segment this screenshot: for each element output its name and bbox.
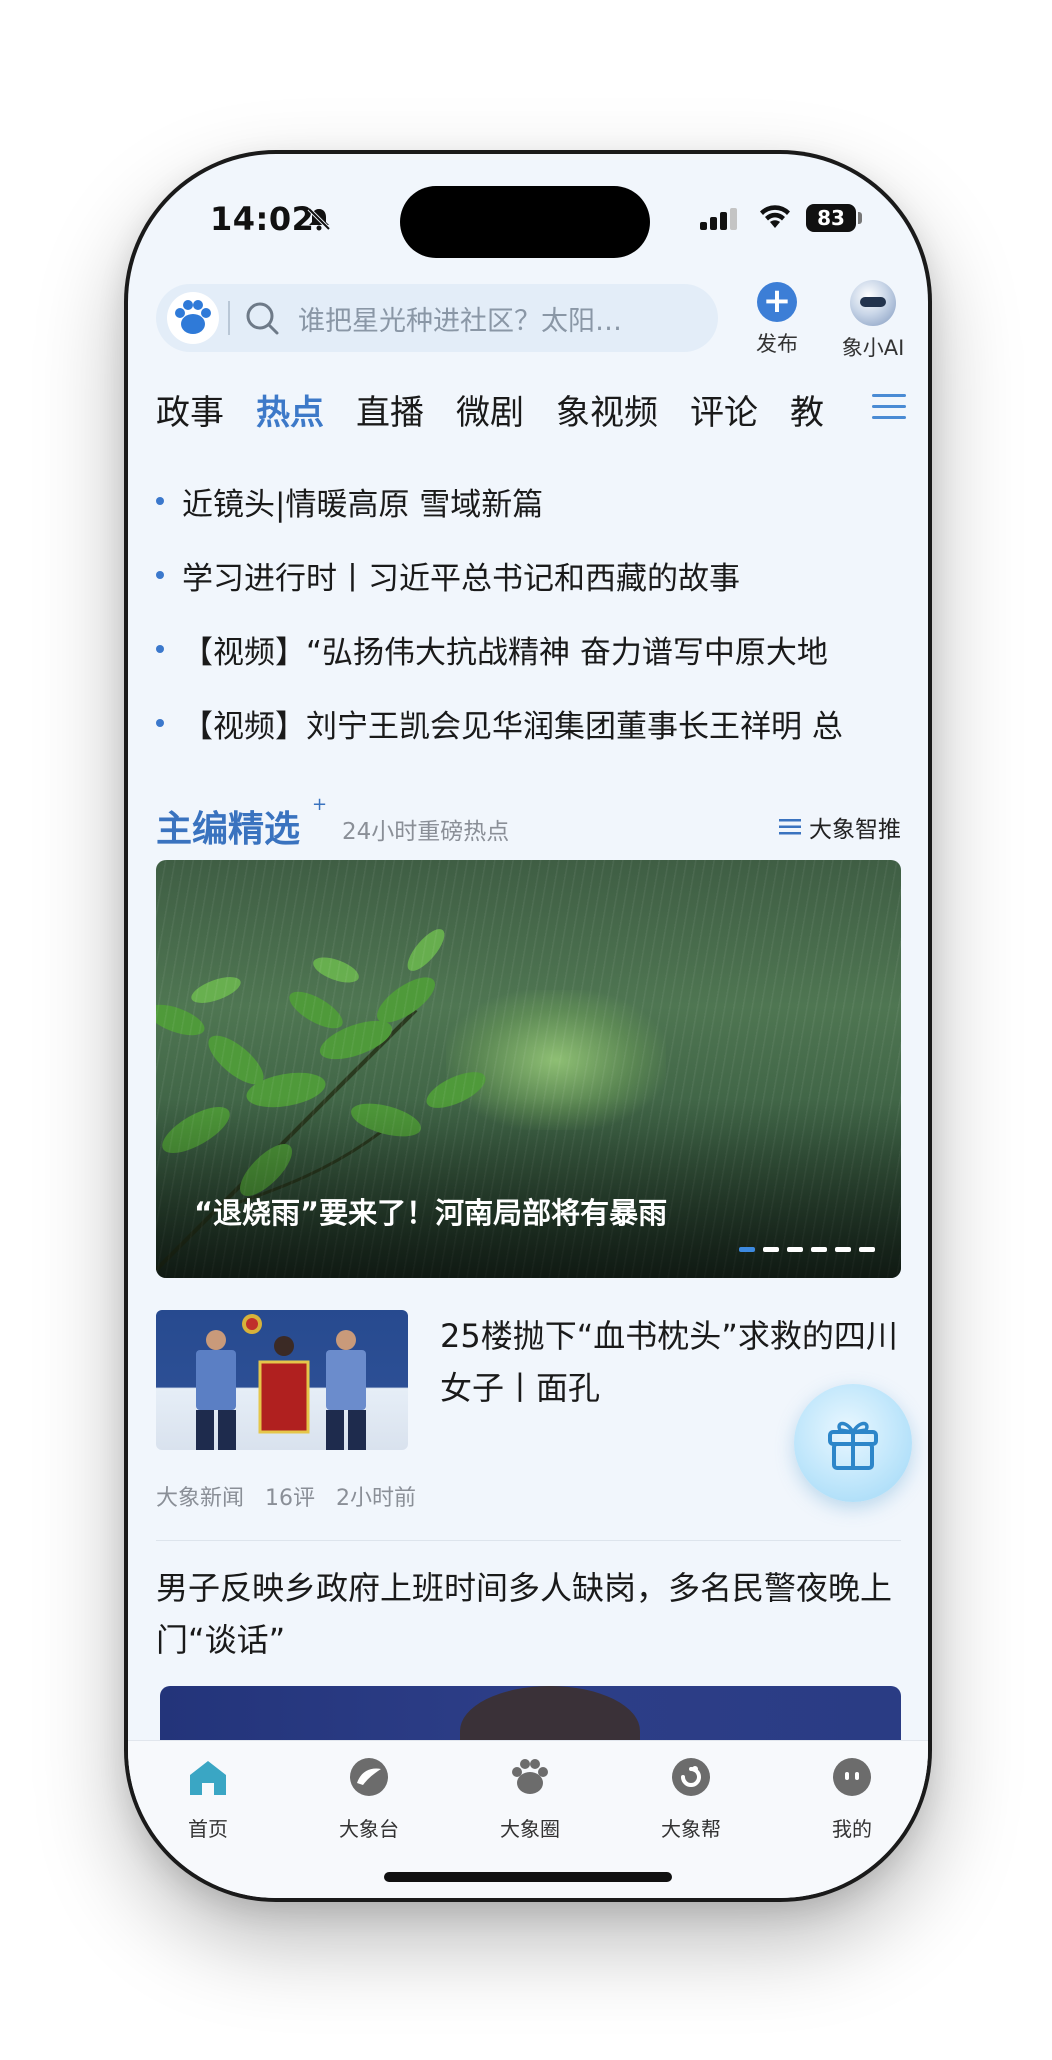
ai-assistant-button[interactable]: 象小AI [823,280,923,362]
news-time: 2小时前 [336,1486,417,1511]
search-divider [228,301,230,335]
tab-politics[interactable]: 政事 [156,385,224,434]
carousel-dot[interactable] [763,1247,779,1252]
tab-education[interactable]: 教 [790,385,824,434]
bullet-dot [156,645,164,653]
status-bar: 14:02 83 [128,154,928,284]
editor-pick-header: 主编精选 + 24小时重磅热点 大象智推 [156,794,901,854]
channel-tabs: 政事 热点 直播 微剧 象视频 评论 教 [156,374,916,444]
help-icon [672,1758,710,1796]
hero-caption: “退烧雨”要来了！河南局部将有暴雨 [194,1196,668,1230]
news-thumbnail [156,1310,408,1450]
headline-item[interactable]: 【视频】“弘扬伟大抗战精神 奋力谱写中原大地 [156,612,901,686]
nav-label: 首页 [188,1817,228,1841]
tab-hot[interactable]: 热点 [256,385,324,434]
search-bar[interactable]: 谁把星光种进社区？太阳… [156,284,718,352]
bullet-dot [156,497,164,505]
tab-comment[interactable]: 评论 [690,385,758,434]
home-icon [190,1761,226,1795]
headline-text: 学习进行时丨习近平总书记和西藏的故事 [182,560,740,597]
nav-label: 我的 [832,1817,872,1841]
battery-tip [858,212,862,224]
tab-micro-drama[interactable]: 微剧 [456,385,524,434]
carousel-dot[interactable] [811,1247,827,1252]
tv-station-icon [350,1758,388,1796]
carousel-dot[interactable] [835,1247,851,1252]
search-icon [246,302,279,335]
wifi-icon [760,205,790,228]
status-time: 14:02 [210,200,315,238]
headline-text: 【视频】刘宁王凯会见华润集团董事长王祥明 总 [182,708,843,745]
smart-push-button[interactable]: 大象智推 [779,810,901,844]
headline-list: 近镜头|情暖高原 雪域新篇 学习进行时丨习近平总书记和西藏的故事 【视频】“弘扬… [156,464,901,760]
news-source: 大象新闻 [156,1486,245,1511]
phone-frame: 14:02 83 谁把星光种进社区？太阳… + 发布 象小AI 政事 热点 直播… [124,150,932,1902]
plus-icon: + [757,282,797,322]
editor-pick-subtitle: 24小时重磅热点 [342,819,510,845]
nav-help[interactable]: 大象帮 [631,1755,751,1842]
search-input[interactable]: 谁把星光种进社区？太阳… [298,299,658,338]
carousel-indicator[interactable] [739,1247,875,1252]
battery-indicator: 83 [806,204,856,232]
dynamic-island [400,186,650,258]
nav-profile[interactable]: 我的 [792,1755,912,1842]
nav-station[interactable]: 大象台 [309,1755,429,1842]
police-banner-image [196,1314,366,1450]
news-divider [156,1540,901,1541]
editor-pick-title: 主编精选 [156,809,301,850]
home-indicator [384,1872,672,1882]
bell-muted-icon [307,207,331,231]
list-lines-icon [779,819,801,835]
headline-item[interactable]: 近镜头|情暖高原 雪域新篇 [156,464,901,538]
smart-push-label: 大象智推 [809,817,901,843]
headline-item[interactable]: 学习进行时丨习近平总书记和西藏的故事 [156,538,901,612]
carousel-dot[interactable] [859,1247,875,1252]
nav-label: 大象台 [339,1817,399,1841]
channel-menu-icon[interactable] [872,392,906,422]
editor-pick-plus: + [312,794,328,815]
search-header: 谁把星光种进社区？太阳… + 发布 象小AI [128,280,928,376]
hero-card[interactable]: “退烧雨”要来了！河南局部将有暴雨 [156,860,901,1278]
signal-icon [700,208,737,230]
news-comment-count: 16评 [265,1486,316,1511]
news-image[interactable] [160,1686,901,1746]
news-item[interactable]: 25楼抛下“血书枕头”求救的四川女子丨面孔 大象新闻 16评 2小时前 [156,1310,901,1511]
gift-icon [828,1421,878,1470]
bullet-dot [156,571,164,579]
carousel-dot[interactable] [787,1247,803,1252]
headline-text: 近镜头|情暖高原 雪域新篇 [182,486,544,523]
app-screen: 14:02 83 谁把星光种进社区？太阳… + 发布 象小AI 政事 热点 直播… [128,154,928,1898]
nav-circle[interactable]: 大象圈 [470,1755,590,1842]
headline-text: 【视频】“弘扬伟大抗战精神 奋力谱写中原大地 [182,634,828,671]
nav-home[interactable]: 首页 [148,1755,268,1842]
robot-avatar-icon [850,280,896,326]
bullet-dot [156,719,164,727]
profile-icon [833,1758,871,1796]
paw-icon [512,1759,548,1794]
publish-button[interactable]: + 发布 [742,280,812,358]
tab-live[interactable]: 直播 [356,385,424,434]
nav-label: 大象帮 [661,1817,721,1841]
news-meta: 大象新闻 16评 2小时前 [156,1480,430,1512]
gift-button[interactable] [794,1384,912,1502]
paw-logo-icon[interactable] [166,291,220,345]
tab-video[interactable]: 象视频 [556,385,658,434]
nav-label: 大象圈 [500,1817,560,1841]
headline-item[interactable]: 【视频】刘宁王凯会见华润集团董事长王祥明 总 [156,686,901,760]
publish-label: 发布 [756,332,798,356]
carousel-dot[interactable] [739,1247,755,1252]
news-title[interactable]: 男子反映乡政府上班时间多人缺岗，多名民警夜晚上门“谈话” [156,1562,901,1666]
ai-label: 象小AI [841,336,905,360]
